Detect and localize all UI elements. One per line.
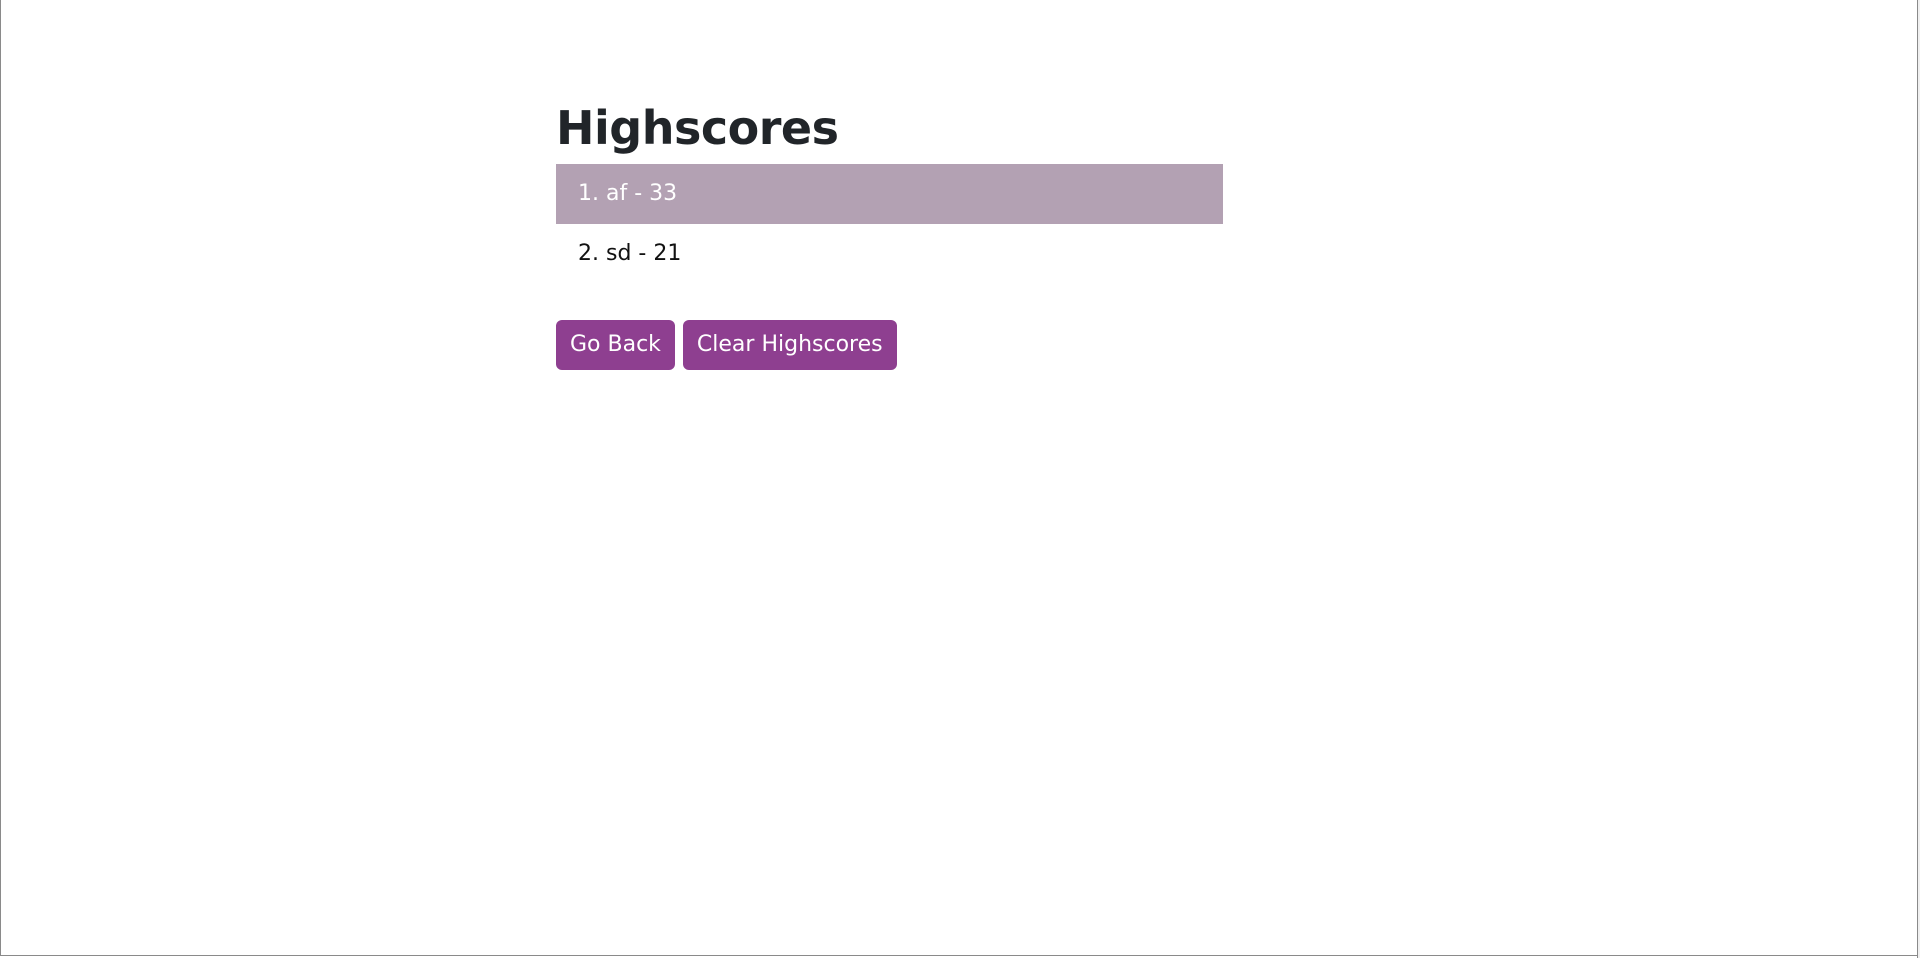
highscore-item-1: 1. af - 33 — [556, 164, 1223, 224]
go-back-button[interactable]: Go Back — [556, 320, 675, 370]
highscores-list: 1. af - 33 2. sd - 21 — [556, 164, 1223, 284]
action-buttons: Go Back Clear Highscores — [556, 320, 1223, 370]
page-title: Highscores — [556, 101, 839, 155]
highscore-item-2: 2. sd - 21 — [578, 241, 682, 266]
highscores-panel: Highscores 1. af - 33 2. sd - 21 Go Back… — [556, 92, 1223, 370]
browser-viewport: Highscores 1. af - 33 2. sd - 21 Go Back… — [0, 0, 1918, 956]
clear-highscores-button[interactable]: Clear Highscores — [682, 320, 897, 370]
